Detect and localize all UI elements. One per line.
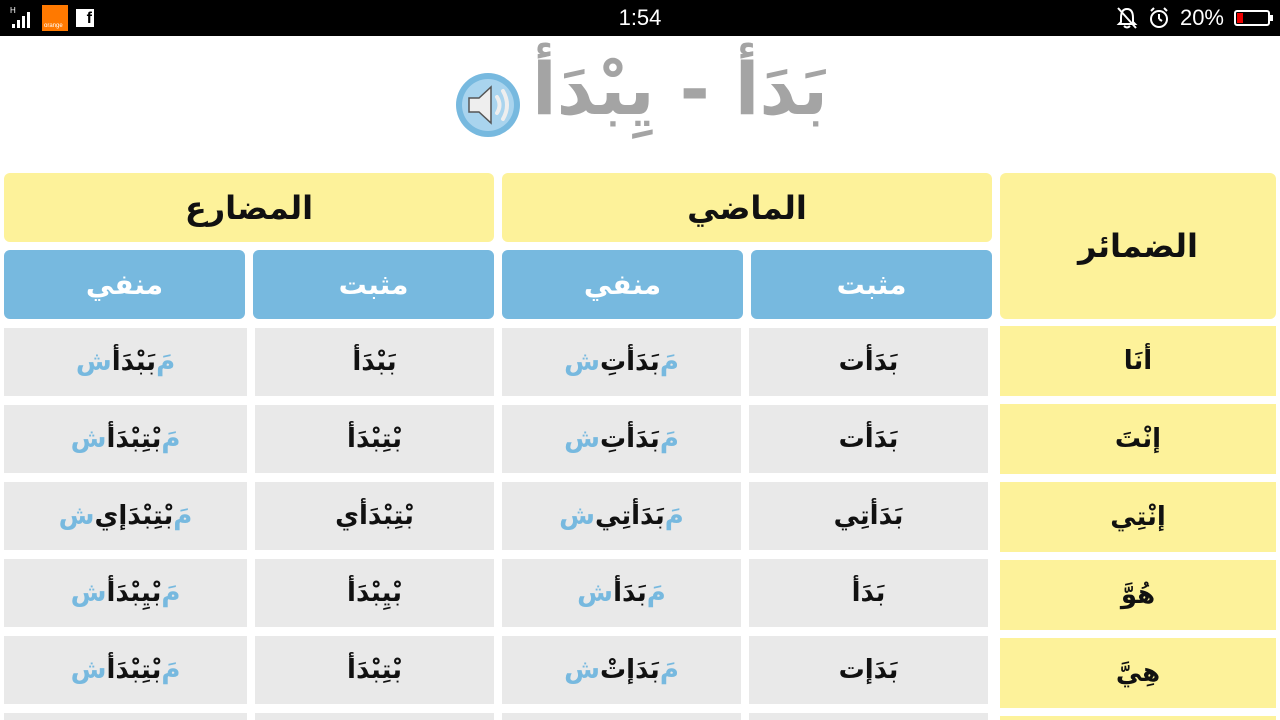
alarm-icon [1149, 7, 1168, 28]
present-affirmative-cell: بْتِبْدَأ [255, 405, 494, 473]
past-negative-cell: مَ بَدَأتِ ش [502, 328, 741, 396]
battery-percent: 20% [1179, 5, 1224, 30]
present-negative-cell: مَ بْتِبْدَإي ش [4, 482, 247, 550]
negation-suffix: ش [70, 424, 107, 454]
negation-suffix: ش [577, 578, 614, 608]
past-affirmative-cell: بَدَأ [749, 559, 988, 627]
verb-stem: بْيِبْدَأ [106, 578, 162, 608]
negation-suffix: ش [564, 655, 600, 685]
negation-suffix: ش [58, 501, 95, 531]
verb-title: بَدَأ - يِبْدَأ [531, 47, 828, 131]
negation-suffix: ش [564, 347, 600, 377]
verb-stem: بَدَأتِ [600, 424, 660, 454]
negation-suffix: ش [75, 347, 112, 377]
negation-suffix: ش [70, 655, 107, 685]
past-affirmative-cell: بَدَأت [749, 328, 988, 396]
pronouns-header: الضمائر [1000, 173, 1276, 319]
status-bar-right: 20% [1116, 5, 1273, 31]
verb-stem: بَدَأ [613, 578, 647, 608]
verb-stem: بَدَأتِي [595, 501, 665, 531]
negation-suffix: ش [564, 424, 600, 454]
present-negative-cell: مَ بْتِبْدَأ ش [4, 636, 247, 704]
past-negative-cell: مَ بَدَأ ش [502, 559, 741, 627]
verb-stem: بَدَأتِ [600, 347, 660, 377]
table-row-partial [502, 713, 741, 720]
negation-prefix: مَ [659, 655, 679, 685]
past-affirmative-cell: بَدَأتِي [749, 482, 988, 550]
present-affirmative-header: مثبت [253, 250, 494, 319]
table-row-partial [255, 713, 494, 720]
past-affirmative-cell: بَدَأت [749, 405, 988, 473]
negation-prefix: مَ [659, 347, 679, 377]
verb-stem: بْتِبْدَإي [94, 501, 174, 531]
title-area: بَدَأ - يِبْدَأ [0, 36, 1280, 168]
past-affirmative-cell: بَدَإت [749, 636, 988, 704]
negation-suffix: ش [559, 501, 596, 531]
pronoun-cell: هِيَّ [1000, 638, 1276, 708]
negation-prefix: مَ [161, 424, 181, 454]
past-negative-cell: مَ بَدَأتِ ش [502, 405, 741, 473]
verb-stem: بَبْدَأ [111, 347, 157, 377]
pronoun-cell: إنْتَ [1000, 404, 1276, 474]
past-negative-cell: مَ بَدَأتِي ش [502, 482, 741, 550]
status-bar: H orange f 1:54 20% [0, 0, 1280, 36]
negation-suffix: ش [70, 578, 107, 608]
present-affirmative-cell: بْيِبْدَأ [255, 559, 494, 627]
pronoun-cell: إنْتِي [1000, 482, 1276, 552]
present-affirmative-cell: بْتِبْدَأ [255, 636, 494, 704]
pronoun-cell: هُوَّ [1000, 560, 1276, 630]
present-negative-header: منفي [4, 250, 245, 319]
past-affirmative-header: مثبت [751, 250, 992, 319]
pronoun-cell: أنَا [1000, 326, 1276, 396]
present-negative-cell: مَ بْتِبْدَأ ش [4, 405, 247, 473]
negation-prefix: مَ [659, 424, 679, 454]
verb-stem: بْتِبْدَأ [106, 424, 162, 454]
past-negative-header: منفي [502, 250, 743, 319]
negation-prefix: مَ [161, 578, 181, 608]
battery-icon [1234, 10, 1273, 26]
present-affirmative-cell: بْتِبْدَأي [255, 482, 494, 550]
speaker-icon[interactable] [455, 72, 521, 138]
status-time: 1:54 [618, 5, 662, 30]
past-tense-header: الماضي [502, 173, 992, 242]
negation-prefix: مَ [161, 655, 181, 685]
present-negative-cell: مَ بْيِبْدَأ ش [4, 559, 247, 627]
verb-stem: بْتِبْدَأ [106, 655, 162, 685]
negation-prefix: مَ [664, 501, 684, 531]
negation-prefix: مَ [646, 578, 666, 608]
negation-prefix: مَ [156, 347, 176, 377]
present-affirmative-cell: بَبْدَأ [255, 328, 494, 396]
table-row-partial [1000, 716, 1276, 720]
table-row-partial [4, 713, 247, 720]
present-tense-header: المضارع [4, 173, 494, 242]
table-row-partial [749, 713, 988, 720]
mute-icon [1116, 7, 1138, 29]
past-negative-cell: مَ بَدَإتْ ش [502, 636, 741, 704]
negation-prefix: مَ [173, 501, 193, 531]
verb-stem: بَدَإتْ [600, 655, 660, 685]
present-negative-cell: مَ بَبْدَأ ش [4, 328, 247, 396]
